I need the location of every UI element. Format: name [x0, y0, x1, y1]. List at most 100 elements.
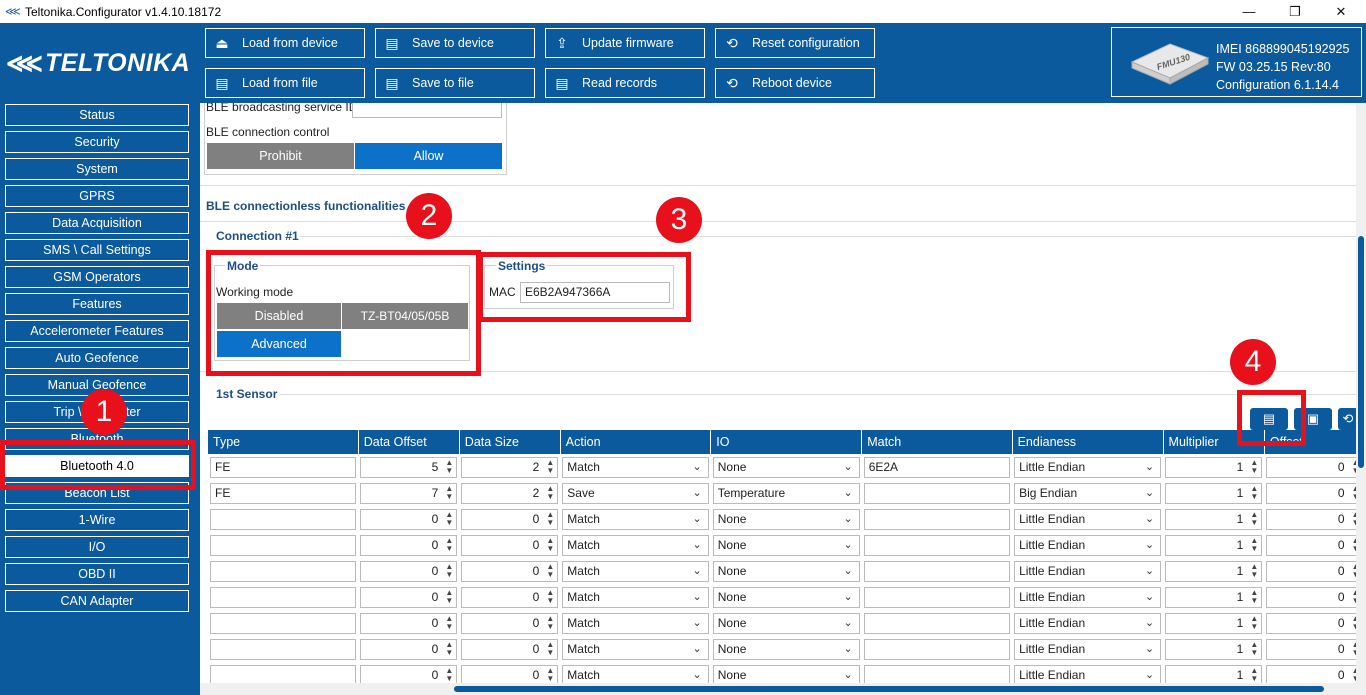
sidebar-item-accelerometer-features[interactable]: Accelerometer Features — [5, 320, 189, 342]
data-size-stepper[interactable]: 0 ▲ ▼ — [461, 612, 559, 634]
sidebar-item-sms-call-settings[interactable]: SMS \ Call Settings — [5, 239, 189, 261]
spinner-arrows-icon[interactable]: ▲▼ — [1250, 588, 1258, 605]
spinner-arrows-icon[interactable]: ▲▼ — [445, 510, 453, 527]
sidebar-item-security[interactable]: Security — [5, 131, 189, 153]
action-select[interactable]: Match ⌄ — [562, 612, 709, 634]
sidebar-item-can-adapter[interactable]: CAN Adapter — [5, 590, 189, 612]
multiplier-stepper[interactable]: 1 ▲ ▼ — [1165, 534, 1263, 556]
match-input[interactable] — [863, 560, 1011, 582]
type-input[interactable] — [210, 534, 357, 556]
chevron-down-icon[interactable]: ⌄ — [693, 640, 702, 659]
chevron-down-icon[interactable]: ⌄ — [693, 562, 702, 581]
sidebar-item-status[interactable]: Status — [5, 104, 189, 126]
spinner-arrows-icon[interactable]: ▲▼ — [1250, 484, 1258, 501]
chevron-down-icon[interactable]: ⌄ — [693, 510, 702, 529]
save-to-device-button[interactable]: ▤ Save to device — [375, 28, 535, 58]
multiplier-stepper[interactable]: 1 ▲ ▼ — [1165, 586, 1263, 608]
spinner-arrows-icon[interactable]: ▲▼ — [546, 614, 554, 631]
offset-stepper[interactable]: 0▲▼ — [1266, 508, 1364, 530]
data-offset-stepper[interactable]: 0 ▲ ▼ — [360, 612, 458, 634]
reboot-device-button[interactable]: ⟲ Reboot device — [715, 68, 875, 98]
data-offset-stepper[interactable]: 0 ▲ ▼ — [360, 586, 458, 608]
endianess-select[interactable]: Little Endian ⌄ — [1014, 456, 1162, 478]
data-offset-stepper[interactable]: 0 ▲ ▼ — [360, 508, 458, 530]
broadcast-service-input[interactable] — [352, 103, 502, 118]
sidebar-item-gsm-operators[interactable]: GSM Operators — [5, 266, 189, 288]
spinner-arrows-icon[interactable]: ▲▼ — [546, 484, 554, 501]
spinner-arrows-icon[interactable]: ▲▼ — [445, 666, 453, 683]
match-input[interactable] — [863, 534, 1011, 556]
endianess-select[interactable]: Little Endian ⌄ — [1014, 560, 1162, 582]
spinner-arrows-icon[interactable]: ▲▼ — [546, 666, 554, 683]
reset-sensor-button[interactable]: ⟲ — [1338, 408, 1358, 430]
endianess-select[interactable]: Little Endian ⌄ — [1014, 508, 1162, 530]
chevron-down-icon[interactable]: ⌄ — [1145, 588, 1154, 607]
type-input[interactable] — [210, 508, 357, 530]
chevron-down-icon[interactable]: ⌄ — [1145, 536, 1154, 555]
data-size-stepper[interactable]: 0 ▲ ▼ — [461, 638, 559, 660]
sidebar-item-data-acquisition[interactable]: Data Acquisition — [5, 212, 189, 234]
match-input[interactable] — [863, 508, 1011, 530]
multiplier-stepper[interactable]: 1 ▲ ▼ — [1165, 612, 1263, 634]
chevron-down-icon[interactable]: ⌄ — [843, 458, 852, 477]
multiplier-stepper[interactable]: 1 ▲ ▼ — [1165, 508, 1263, 530]
endianess-select[interactable]: Little Endian ⌄ — [1014, 534, 1162, 556]
chevron-down-icon[interactable]: ⌄ — [843, 536, 852, 555]
endianess-select[interactable]: Little Endian ⌄ — [1014, 586, 1162, 608]
data-offset-stepper[interactable]: 7 ▲ ▼ — [360, 482, 458, 504]
action-select[interactable]: Match ⌄ — [562, 638, 709, 660]
sidebar-item-i-o[interactable]: I/O — [5, 536, 189, 558]
spinner-arrows-icon[interactable]: ▲▼ — [546, 536, 554, 553]
chevron-down-icon[interactable]: ⌄ — [843, 588, 852, 607]
spinner-arrows-icon[interactable]: ▲▼ — [1250, 562, 1258, 579]
multiplier-stepper[interactable]: 1 ▲ ▼ — [1165, 482, 1263, 504]
read-records-button[interactable]: ▤ Read records — [545, 68, 705, 98]
offset-stepper[interactable]: 0▲▼ — [1266, 612, 1364, 634]
chevron-down-icon[interactable]: ⌄ — [1145, 562, 1154, 581]
offset-stepper[interactable]: 0▲▼ — [1266, 560, 1364, 582]
sidebar-item-system[interactable]: System — [5, 158, 189, 180]
type-input[interactable] — [210, 560, 357, 582]
io-select[interactable]: None ⌄ — [712, 456, 860, 478]
chevron-down-icon[interactable]: ⌄ — [843, 484, 852, 503]
action-select[interactable]: Match ⌄ — [562, 508, 709, 530]
chevron-down-icon[interactable]: ⌄ — [1145, 510, 1154, 529]
prohibit-toggle[interactable]: Prohibit — [207, 143, 354, 169]
spinner-arrows-icon[interactable]: ▲▼ — [546, 588, 554, 605]
match-input[interactable] — [863, 586, 1011, 608]
multiplier-stepper[interactable]: 1 ▲ ▼ — [1165, 456, 1263, 478]
endianess-select[interactable]: Big Endian ⌄ — [1014, 482, 1162, 504]
spinner-arrows-icon[interactable]: ▲▼ — [1250, 536, 1258, 553]
spinner-arrows-icon[interactable]: ▲▼ — [1250, 510, 1258, 527]
action-select[interactable]: Save ⌄ — [562, 482, 709, 504]
chevron-down-icon[interactable]: ⌄ — [693, 588, 702, 607]
spinner-arrows-icon[interactable]: ▲▼ — [445, 562, 453, 579]
type-input[interactable]: FE — [210, 456, 357, 478]
chevron-down-icon[interactable]: ⌄ — [843, 510, 852, 529]
action-select[interactable]: Match ⌄ — [562, 586, 709, 608]
multiplier-stepper[interactable]: 1 ▲ ▼ — [1165, 638, 1263, 660]
match-input[interactable] — [863, 612, 1011, 634]
close-button[interactable]: ✕ — [1318, 0, 1364, 23]
allow-toggle[interactable]: Allow — [355, 143, 502, 169]
chevron-down-icon[interactable]: ⌄ — [1145, 484, 1154, 503]
offset-stepper[interactable]: 0▲▼ — [1266, 638, 1364, 660]
data-size-stepper[interactable]: 0 ▲ ▼ — [461, 534, 559, 556]
data-size-stepper[interactable]: 0 ▲ ▼ — [461, 508, 559, 530]
spinner-arrows-icon[interactable]: ▲▼ — [445, 458, 453, 475]
io-select[interactable]: None ⌄ — [712, 586, 860, 608]
save-to-file-button[interactable]: ▤ Save to file — [375, 68, 535, 98]
horizontal-scroll-thumb[interactable] — [454, 686, 1324, 692]
chevron-down-icon[interactable]: ⌄ — [1145, 640, 1154, 659]
io-select[interactable]: None ⌄ — [712, 560, 860, 582]
data-size-stepper[interactable]: 0 ▲ ▼ — [461, 560, 559, 582]
io-select[interactable]: None ⌄ — [712, 534, 860, 556]
chevron-down-icon[interactable]: ⌄ — [693, 666, 702, 685]
chevron-down-icon[interactable]: ⌄ — [1145, 458, 1154, 477]
type-input[interactable] — [210, 638, 357, 660]
chevron-down-icon[interactable]: ⌄ — [693, 484, 702, 503]
chevron-down-icon[interactable]: ⌄ — [843, 666, 852, 685]
chevron-down-icon[interactable]: ⌄ — [843, 640, 852, 659]
data-size-stepper[interactable]: 2 ▲ ▼ — [461, 456, 559, 478]
data-offset-stepper[interactable]: 0 ▲ ▼ — [360, 560, 458, 582]
